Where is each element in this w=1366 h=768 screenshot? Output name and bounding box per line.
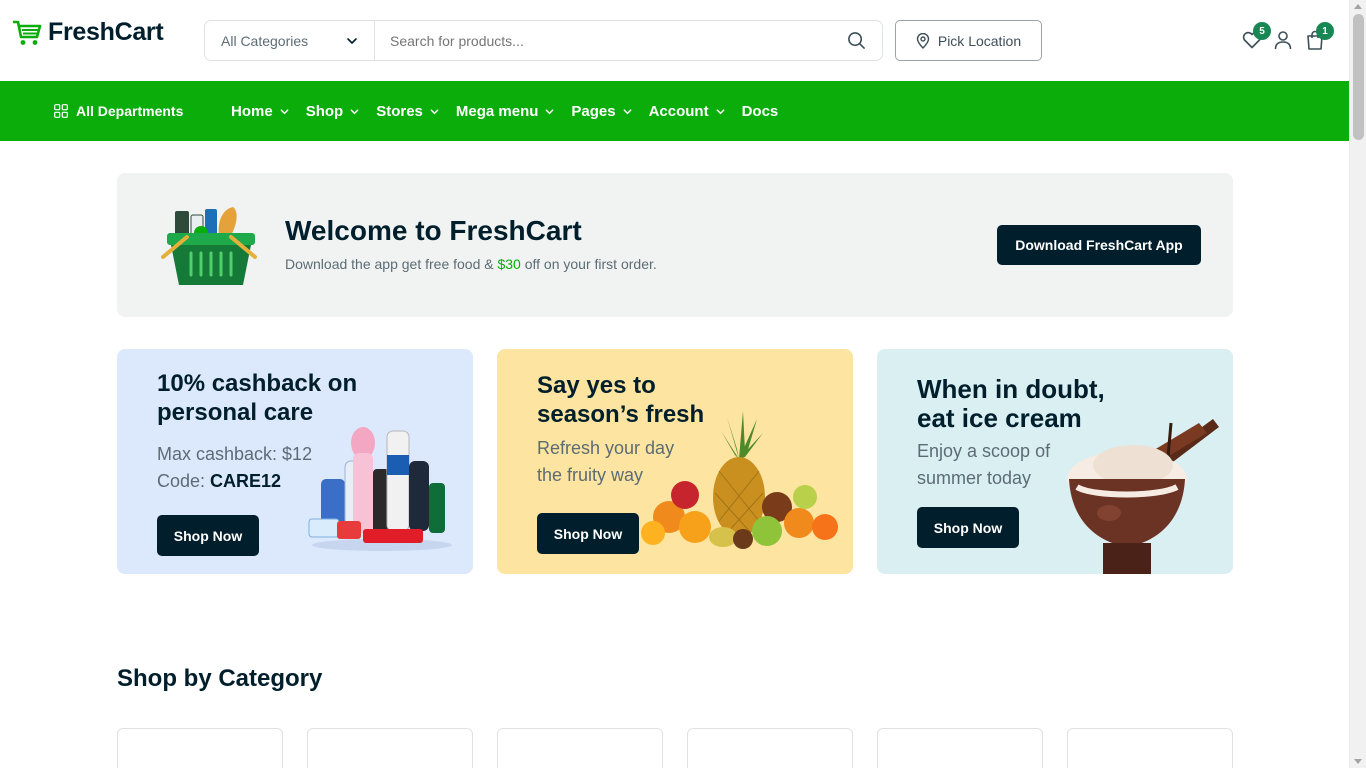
fruit-basket-image: [641, 411, 838, 549]
promo-text: Max cashback: $12 Code: CARE12: [157, 441, 312, 495]
logo-text: FreshCart: [48, 18, 164, 46]
search-icon: [847, 32, 865, 49]
grid-icon: [54, 104, 68, 118]
promo-card-ice-cream: When in doubt, eat ice cream Enjoy a sco…: [877, 349, 1233, 574]
category-card[interactable]: [1067, 728, 1233, 768]
welcome-sub-text: Download the app get free food &: [285, 256, 498, 272]
page: FreshCart All Categories Pic: [0, 0, 1366, 768]
category-select[interactable]: All Categories: [205, 21, 375, 60]
welcome-sub-amount: $30: [497, 256, 521, 272]
shop-now-button[interactable]: Shop Now: [537, 513, 639, 554]
scroll-down-arrow-icon[interactable]: [1354, 759, 1362, 764]
promo-code-label: Code:: [157, 471, 211, 491]
nav-item-stores[interactable]: Stores: [376, 103, 440, 120]
promo-code-line: Code: CARE12: [157, 468, 312, 495]
promo-text-line: Max cashback: $12: [157, 444, 313, 464]
header: FreshCart All Categories Pic: [0, 0, 1349, 81]
promo-title-line: personal care: [157, 399, 314, 426]
scrollbar-thumb[interactable]: [1353, 14, 1364, 140]
search-box: All Categories: [204, 20, 883, 61]
nav-item-label: Pages: [571, 102, 616, 120]
nav-item-mega-menu[interactable]: Mega menu: [456, 103, 556, 120]
nav-item-label: Mega menu: [455, 102, 539, 120]
promo-card-fresh-fruits: Say yes to season’s fresh Refresh your d…: [497, 349, 853, 574]
main-navbar: All Departments Home Shop Stores Mega me…: [0, 81, 1349, 141]
cart-count-badge: 1: [1316, 22, 1334, 40]
nav-item-account[interactable]: Account: [649, 103, 726, 120]
wishlist-button[interactable]: 5: [1242, 22, 1271, 55]
nav-item-label: Shop: [305, 102, 344, 120]
nav-item-label: Account: [648, 102, 709, 120]
category-card[interactable]: [307, 728, 473, 768]
cart-logo-icon: [13, 20, 42, 45]
pick-location-button[interactable]: Pick Location: [895, 20, 1042, 61]
welcome-sub-text-end: off on your first order.: [520, 256, 657, 272]
map-pin-icon: [916, 32, 930, 49]
nav-item-label: Docs: [741, 102, 779, 120]
shop-now-button[interactable]: Shop Now: [157, 515, 259, 556]
personal-care-products-image: [308, 427, 452, 551]
welcome-title: Welcome to FreshCart: [285, 215, 582, 246]
chevron-down-icon: [623, 108, 632, 114]
user-icon: [1274, 31, 1292, 50]
promo-code: CARE12: [210, 471, 282, 491]
shop-by-category-title: Shop by Category: [117, 665, 323, 692]
ice-cream-sundae-image: [1067, 419, 1219, 574]
chevron-down-icon: [545, 108, 554, 114]
promo-title-line: When in doubt,: [917, 374, 1105, 404]
search-button[interactable]: [830, 21, 882, 60]
category-card[interactable]: [117, 728, 283, 768]
nav-item-docs[interactable]: Docs: [742, 103, 779, 120]
all-departments-button[interactable]: All Departments: [54, 81, 183, 141]
search-input[interactable]: [375, 21, 830, 60]
promo-title: 10% cashback on personal care: [157, 369, 357, 427]
chevron-down-icon: [350, 108, 359, 114]
shop-now-button[interactable]: Shop Now: [917, 507, 1019, 548]
category-card[interactable]: [687, 728, 853, 768]
chevron-down-icon: [347, 37, 357, 44]
grocery-basket-icon: [161, 207, 257, 285]
cart-button[interactable]: 1: [1306, 22, 1334, 55]
category-select-label: All Categories: [221, 32, 309, 49]
category-card[interactable]: [877, 728, 1043, 768]
promo-title-line: Say yes to: [537, 372, 656, 399]
promo-text: Enjoy a scoop of summer today: [917, 438, 1050, 492]
all-departments-label: All Departments: [76, 103, 184, 119]
page-scrollbar[interactable]: [1349, 0, 1366, 768]
account-button[interactable]: [1274, 30, 1292, 55]
welcome-banner: Welcome to FreshCart Download the app ge…: [117, 173, 1233, 317]
category-card[interactable]: [497, 728, 663, 768]
nav-item-label: Stores: [376, 102, 423, 120]
nav-item-label: Home: [231, 102, 273, 120]
pick-location-label: Pick Location: [937, 32, 1022, 49]
promo-text-line: Enjoy a scoop of: [917, 441, 1051, 461]
logo[interactable]: FreshCart: [12, 18, 164, 47]
nav-menu: Home Shop Stores Mega menu Pages Account: [231, 81, 794, 141]
welcome-subtitle: Download the app get free food & $30 off…: [285, 256, 657, 272]
chevron-down-icon: [430, 108, 439, 114]
nav-item-shop[interactable]: Shop: [306, 103, 361, 120]
download-app-button[interactable]: Download FreshCart App: [997, 225, 1201, 265]
chevron-down-icon: [716, 108, 725, 114]
nav-item-pages[interactable]: Pages: [571, 103, 632, 120]
promo-card-cashback: 10% cashback on personal care Max cashba…: [117, 349, 473, 574]
wishlist-count-badge: 5: [1253, 22, 1271, 40]
scroll-up-arrow-icon[interactable]: [1354, 4, 1362, 9]
promo-text-line: summer today: [917, 468, 1032, 488]
promo-title-line: 10% cashback on: [157, 370, 358, 397]
chevron-down-icon: [280, 108, 289, 114]
nav-item-home[interactable]: Home: [231, 103, 290, 120]
